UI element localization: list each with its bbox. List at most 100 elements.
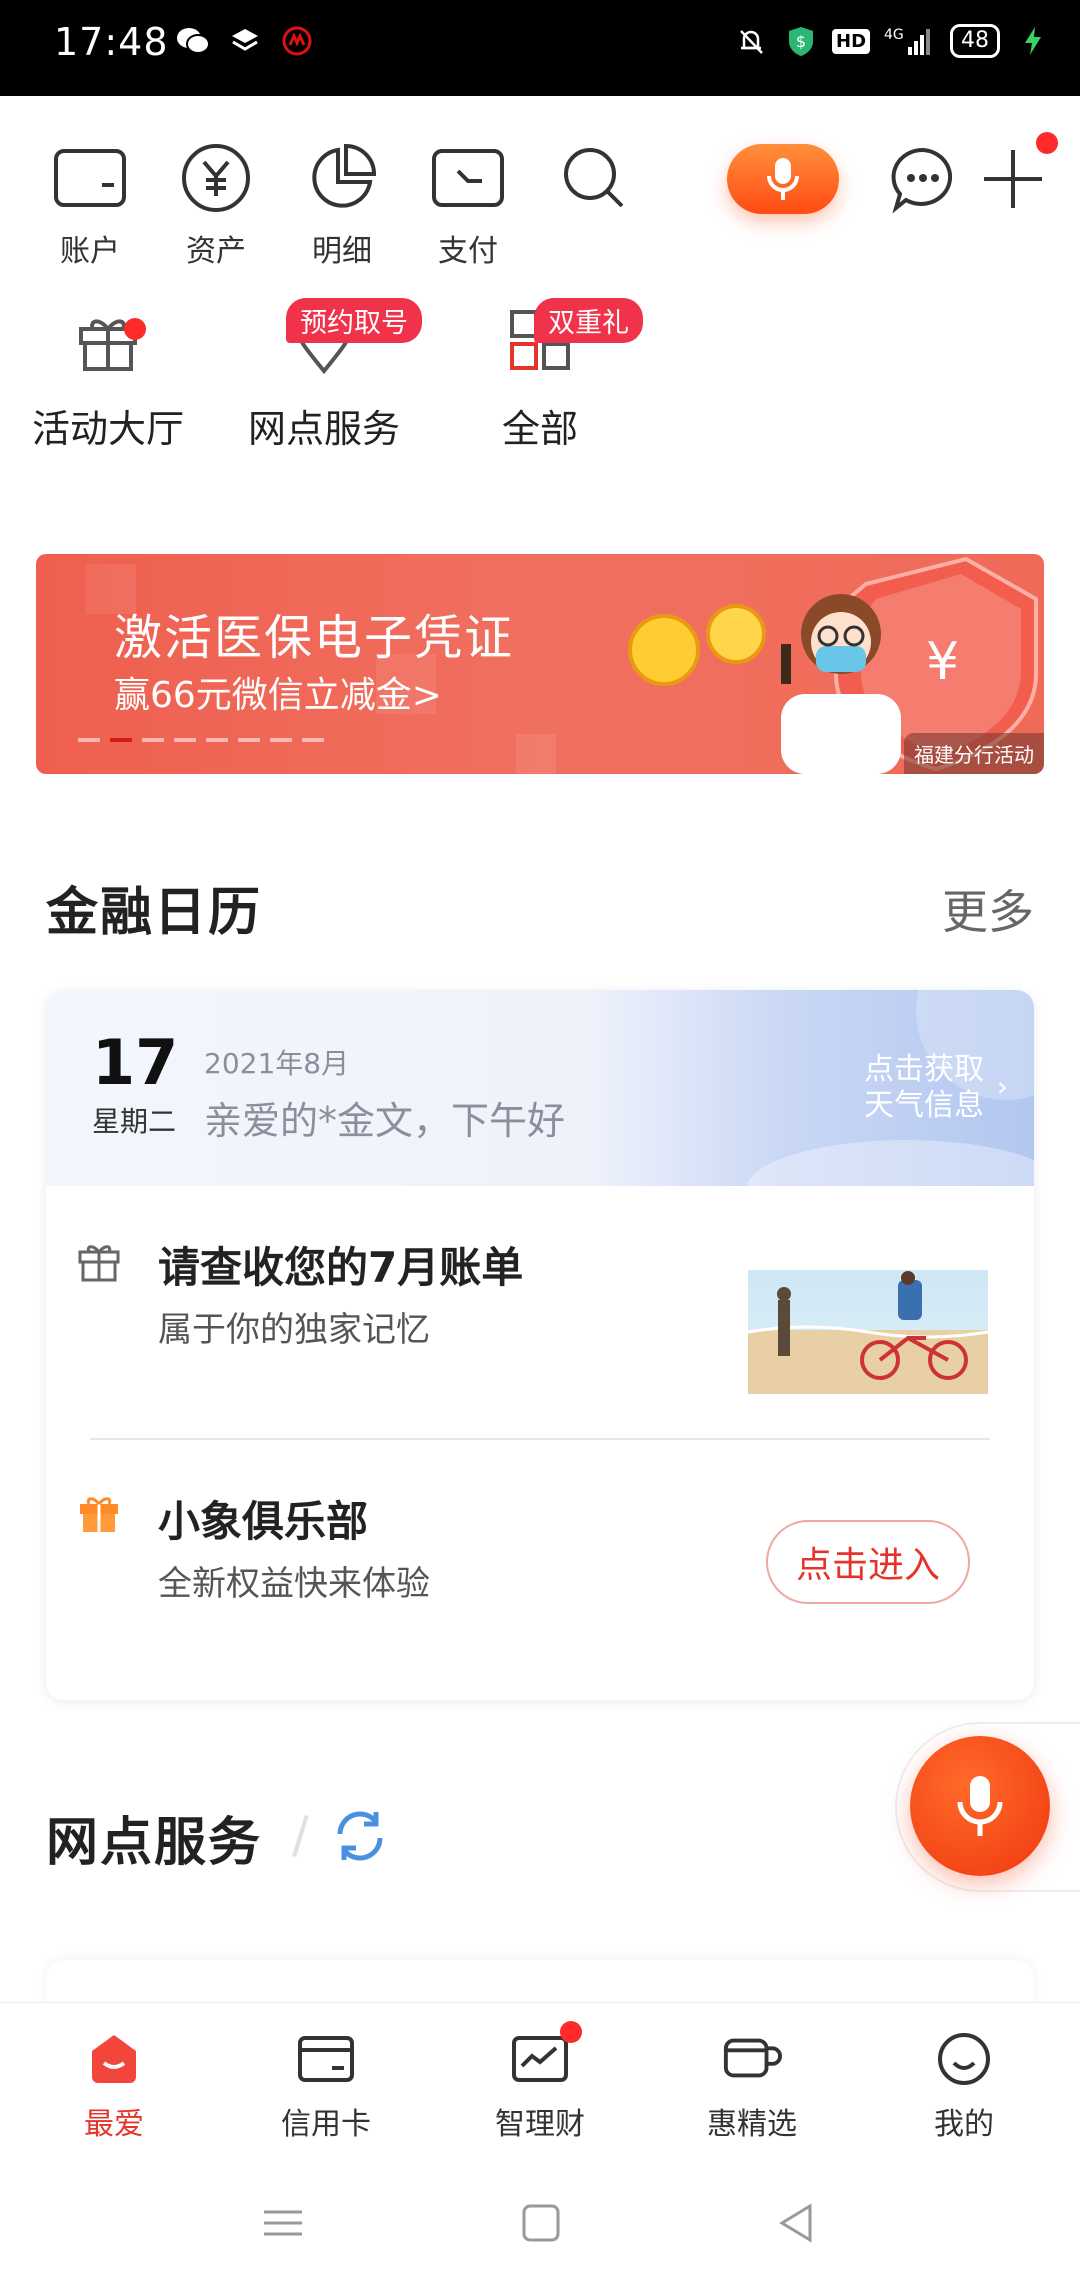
club-item-title: 小象俱乐部: [158, 1497, 369, 1546]
status-system-icons: $ HD 4G 48: [734, 24, 1050, 58]
tab-mine-label: 我的: [934, 2107, 994, 2142]
banner-dot: [142, 738, 164, 742]
add-notification-dot: [1036, 132, 1058, 154]
card-divider: [90, 1438, 990, 1440]
gift-icon: [76, 1490, 126, 1540]
appointment-tag: 预约取号: [286, 298, 422, 343]
banner-title: 激活医保电子凭证: [114, 610, 515, 666]
tab-favorite-label: 最爱: [84, 2107, 144, 2142]
hd-icon: HD: [832, 24, 871, 58]
microphone-icon: [767, 158, 799, 200]
credit-card-icon: [296, 2029, 356, 2089]
svg-text:4G: 4G: [884, 27, 904, 43]
banner-dot: [302, 738, 324, 742]
banner-badge: 福建分行活动: [904, 733, 1044, 774]
weather-link[interactable]: 点击获取 天气信息: [864, 1052, 984, 1124]
title-separator: /: [292, 1806, 309, 1864]
security-shield-icon: $: [784, 24, 818, 58]
branch-service-title: 网点服务: [46, 1813, 263, 1873]
back-nav-button[interactable]: [772, 2198, 822, 2248]
pie-chart-icon: [302, 138, 382, 218]
search-button[interactable]: [534, 138, 654, 218]
chevron-right-icon: ›: [996, 1070, 1008, 1103]
bill-item-subtitle: 属于你的独家记忆: [158, 1310, 430, 1350]
tab-selected-offers[interactable]: 惠精选: [682, 2029, 822, 2143]
status-time: 17:48: [54, 20, 169, 64]
signal-icon: 4G: [884, 24, 934, 58]
account-label: 账户: [60, 234, 120, 269]
cup-icon: [722, 2029, 782, 2089]
charging-icon: [1016, 24, 1050, 58]
payment-label: 支付: [438, 234, 498, 269]
bottom-tab-bar: 最爱 信用卡 智理财 惠精选 我的: [0, 2002, 1080, 2162]
favorite-icon: [84, 2029, 144, 2089]
layers-icon: [228, 24, 262, 58]
details-label: 明细: [312, 234, 372, 269]
tab-wealth[interactable]: 智理财: [470, 2021, 610, 2143]
activity-hall-label: 活动大厅: [31, 407, 184, 451]
floating-voice-button[interactable]: [910, 1736, 1050, 1876]
banner-dot: [270, 738, 292, 742]
system-navigation-bar: [0, 2162, 1080, 2280]
calendar-day: 17: [92, 1026, 179, 1099]
back-triangle-icon: [779, 2203, 812, 2243]
banner-dot: [78, 738, 100, 742]
status-bar: 17:48 $ HD 4G 48: [0, 0, 1080, 96]
wallet-icon: [50, 138, 130, 218]
battery-indicator: 48: [950, 24, 1000, 58]
tab-credit-card[interactable]: 信用卡: [256, 2029, 396, 2143]
bill-photo: [748, 1270, 988, 1394]
menu-nav-button[interactable]: [258, 2198, 308, 2248]
details-button[interactable]: 明细: [282, 138, 402, 270]
refresh-icon[interactable]: [330, 1806, 390, 1866]
banner-pagination: [78, 738, 324, 742]
calendar-month: 2021年8月: [204, 1047, 350, 1080]
add-button[interactable]: [978, 144, 1048, 214]
weather-line-1: 点击获取: [864, 1052, 984, 1087]
yuan-icon: [176, 138, 256, 218]
banner-dot: [238, 738, 260, 742]
weather-line-2: 天气信息: [864, 1088, 984, 1123]
calendar-greeting: 亲爱的*金文，下午好: [204, 1099, 566, 1143]
bill-item-title[interactable]: 请查收您的7月账单: [158, 1234, 523, 1295]
account-button[interactable]: 账户: [30, 138, 150, 270]
wealth-notification-dot: [560, 2021, 582, 2043]
banner-dot: [206, 738, 228, 742]
plus-icon: [984, 150, 1042, 208]
finance-calendar-card: 17 星期二 2021年8月 亲爱的*金文，下午好 点击获取 天气信息 › 请查…: [46, 990, 1034, 1700]
mute-bell-icon: [734, 24, 768, 58]
tab-favorite[interactable]: 最爱: [44, 2029, 184, 2143]
payment-button[interactable]: 支付: [408, 138, 528, 270]
payment-icon: [428, 138, 508, 218]
activity-notification-dot: [124, 318, 146, 340]
wealth-chart-icon: [510, 2021, 582, 2089]
chat-bubble-icon: [891, 147, 953, 214]
tab-wealth-label: 智理财: [495, 2107, 585, 2142]
gift-icon: [76, 1238, 126, 1288]
banner-dot-active: [110, 738, 132, 742]
home-square-icon: [522, 2204, 560, 2242]
messages-button[interactable]: [888, 144, 958, 214]
banner-subtitle: 赢66元微信立减金>: [114, 675, 442, 716]
gift-icon: [68, 300, 148, 380]
banner-dot: [174, 738, 196, 742]
assets-label: 资产: [186, 234, 246, 269]
promo-banner[interactable]: ¥ 激活医保电子凭证 赢66元微信立减金> 福建分行活动: [36, 554, 1044, 774]
shield-yuan-symbol: ¥: [926, 632, 960, 692]
club-item-subtitle: 全新权益快来体验: [158, 1564, 430, 1604]
search-icon: [554, 138, 634, 218]
tab-credit-card-label: 信用卡: [281, 2107, 371, 2142]
microphone-icon: [957, 1776, 1003, 1836]
finance-calendar-title: 金融日历: [46, 883, 263, 943]
enter-club-button[interactable]: 点击进入: [766, 1520, 970, 1604]
activity-hall-shortcut[interactable]: 活动大厅: [8, 300, 208, 453]
tab-selected-offers-label: 惠精选: [707, 2107, 797, 2142]
all-services-label: 全部: [501, 407, 578, 451]
tab-mine[interactable]: 我的: [894, 2029, 1034, 2143]
more-link[interactable]: 更多: [942, 876, 1034, 942]
voice-assistant-button[interactable]: [727, 144, 839, 214]
svg-text:$: $: [796, 32, 806, 51]
assets-button[interactable]: 资产: [156, 138, 276, 270]
home-nav-button[interactable]: [516, 2198, 566, 2248]
calendar-header: 17 星期二 2021年8月 亲爱的*金文，下午好 点击获取 天气信息 ›: [46, 990, 1034, 1186]
